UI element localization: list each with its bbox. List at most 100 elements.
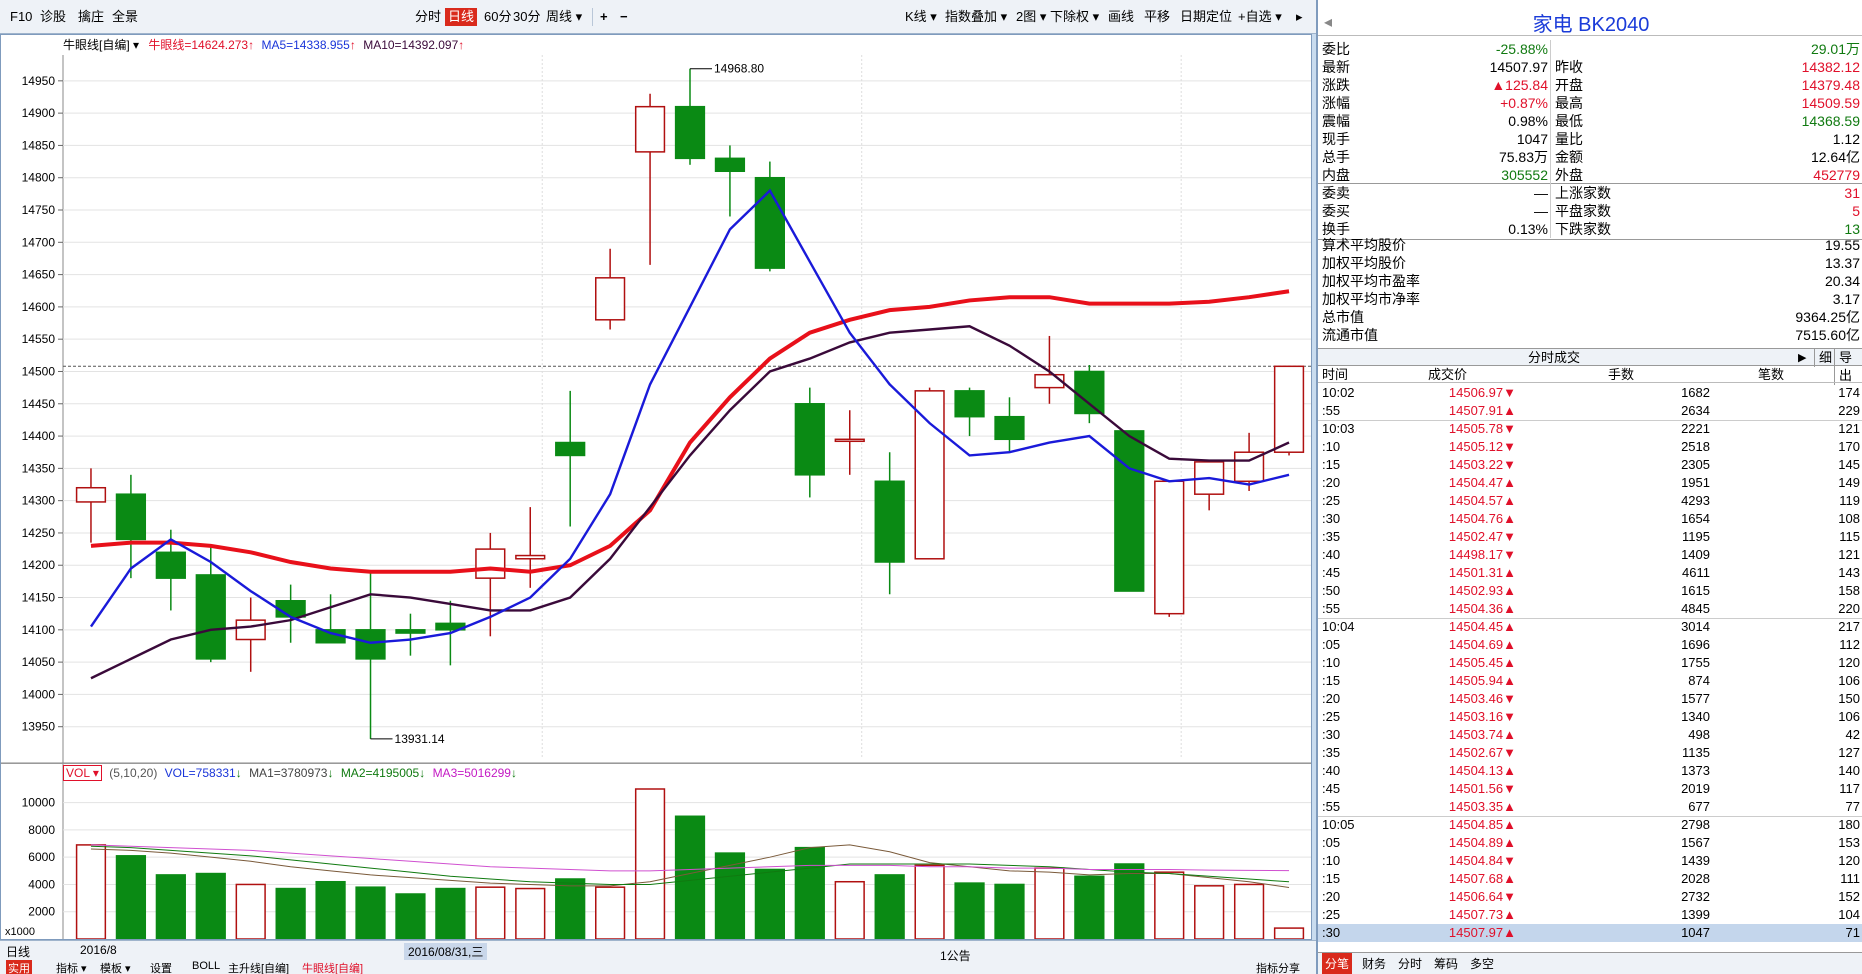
- tick-row[interactable]: :20 14506.64▼ 2732 152: [1318, 888, 1862, 906]
- price-tick-label: 14200: [22, 558, 56, 572]
- tick-row[interactable]: :25 14507.73▲ 1399 104: [1318, 906, 1862, 924]
- tick-row[interactable]: :40 14504.13▲ 1373 140: [1318, 762, 1862, 780]
- period-weekly-dropdown[interactable]: 周线 ▾: [546, 8, 582, 26]
- date-locate-button[interactable]: 日期定位: [1180, 8, 1232, 26]
- tick-row[interactable]: :10 14505.45▲ 1755 120: [1318, 654, 1862, 672]
- panel-tab-ticks[interactable]: 分笔: [1322, 953, 1353, 974]
- period-minute-tab[interactable]: 分时: [415, 8, 441, 26]
- tick-price: 14504.57▲: [1448, 493, 1516, 508]
- tick-row[interactable]: :20 14504.47▲ 1951 149: [1318, 474, 1862, 492]
- vol-ma3: MA3=5016299: [432, 766, 511, 780]
- tick-row[interactable]: :20 14503.46▼ 1577 150: [1318, 690, 1862, 708]
- period-30min-tab[interactable]: 30分: [513, 8, 540, 26]
- vol-indicator-selector[interactable]: VOL ▾: [63, 765, 102, 781]
- bottom-tab-practical[interactable]: 实用: [6, 960, 32, 974]
- tick-lots: 1951: [1681, 475, 1710, 490]
- tick-row[interactable]: 10:05 14504.85▲ 2798 180: [1318, 816, 1862, 834]
- tick-row[interactable]: :55 14504.36▲ 4845 220: [1318, 600, 1862, 618]
- zoom-in-button[interactable]: +: [600, 8, 608, 26]
- tick-row[interactable]: :35 14502.67▼ 1135 127: [1318, 744, 1862, 762]
- bottom-tab-zhusheng[interactable]: 主升线[自编]: [228, 960, 289, 974]
- add-favorite-dropdown[interactable]: +自选 ▾: [1238, 8, 1282, 26]
- tick-row[interactable]: :55 14507.91▲ 2634 229: [1318, 402, 1862, 420]
- ticks-expand-icon[interactable]: ▶: [1798, 349, 1806, 367]
- tick-price: 14503.35▲: [1448, 799, 1516, 814]
- niuyan-line: [90, 289, 1290, 574]
- tick-row[interactable]: :30 14507.97▲ 1047 71: [1318, 924, 1862, 942]
- announcement-link[interactable]: 1公告: [940, 947, 971, 964]
- quote-value: 75.83万: [1498, 149, 1548, 165]
- tick-price: 14503.22▼: [1448, 457, 1516, 472]
- quanjing-button[interactable]: 全景: [112, 8, 138, 26]
- vol-tick-label: 6000: [28, 850, 55, 864]
- ex-rights-dropdown[interactable]: 下除权 ▾: [1050, 8, 1099, 26]
- panel-tab-minute[interactable]: 分时: [1398, 953, 1422, 974]
- vol-params: (5,10,20): [109, 766, 158, 780]
- tick-time: :35: [1322, 745, 1341, 760]
- ticks-detail-button[interactable]: 细: [1814, 349, 1832, 367]
- f10-button[interactable]: F10: [10, 8, 32, 26]
- tick-row[interactable]: :15 14503.22▼ 2305 145: [1318, 456, 1862, 474]
- kline-chart[interactable]: 14950 14900 14850 14800 14750 14700 14650 14600…: [1, 35, 1311, 939]
- panel-tab-finance[interactable]: 财务: [1362, 953, 1386, 974]
- volume-bar: [475, 886, 506, 939]
- bottom-tab-indicator[interactable]: 指标 ▾: [56, 960, 87, 974]
- candle-body: [515, 554, 546, 560]
- indicator-share-link[interactable]: 指标分享: [1256, 960, 1300, 974]
- tick-row[interactable]: :45 14501.31▲ 4611 143: [1318, 564, 1862, 582]
- tick-row[interactable]: :25 14503.16▼ 1340 106: [1318, 708, 1862, 726]
- tick-row[interactable]: :25 14504.57▲ 4293 119: [1318, 492, 1862, 510]
- close-pane-icon[interactable]: ▸: [1296, 8, 1303, 26]
- bottom-tab-boll[interactable]: BOLL: [192, 960, 220, 972]
- price-tick-label: 14100: [22, 623, 56, 637]
- tick-row[interactable]: :15 14505.94▲ 874 106: [1318, 672, 1862, 690]
- period-daily-tab[interactable]: 日线: [445, 8, 478, 26]
- tick-price: 14504.85▲: [1448, 817, 1516, 832]
- tick-row[interactable]: :45 14501.56▼ 2019 117: [1318, 780, 1862, 798]
- two-chart-dropdown[interactable]: 2图 ▾: [1016, 8, 1046, 26]
- diagnose-button[interactable]: 诊股: [40, 8, 66, 26]
- quote-value: 29.01万: [1810, 41, 1860, 57]
- tick-row[interactable]: :40 14498.17▼ 1409 121: [1318, 546, 1862, 564]
- volume-bar: [1273, 927, 1305, 939]
- quote-value: +0.87%: [1500, 95, 1548, 111]
- index-overlay-dropdown[interactable]: 指数叠加 ▾: [945, 8, 1007, 26]
- tick-row[interactable]: :10 14505.12▼ 2518 170: [1318, 438, 1862, 456]
- bottom-tab-template[interactable]: 模板 ▾: [100, 960, 131, 974]
- qinzhuang-button[interactable]: 擒庄: [78, 8, 104, 26]
- tick-time: :25: [1322, 907, 1341, 922]
- kline-dropdown[interactable]: K线 ▾: [905, 8, 937, 26]
- tick-price: 14506.97▼: [1448, 385, 1516, 400]
- tick-row[interactable]: 10:02 14506.97▼ 1682 174: [1318, 384, 1862, 402]
- vol-ma2: MA2=4195005: [340, 766, 420, 780]
- candle-body: [954, 390, 985, 418]
- tick-row[interactable]: :05 14504.69▲ 1696 112: [1318, 636, 1862, 654]
- tick-row[interactable]: :30 14504.76▲ 1654 108: [1318, 510, 1862, 528]
- tick-row[interactable]: :10 14504.84▼ 1439 120: [1318, 852, 1862, 870]
- tick-row[interactable]: :30 14503.74▲ 498 42: [1318, 726, 1862, 744]
- tick-row[interactable]: :55 14503.35▲ 677 77: [1318, 798, 1862, 816]
- period-60min-tab[interactable]: 60分: [484, 8, 511, 26]
- pan-button[interactable]: 平移: [1144, 8, 1170, 26]
- bottom-tab-niuyan[interactable]: 牛眼线[自编]: [302, 960, 363, 974]
- daily-tag[interactable]: 日线: [6, 943, 30, 960]
- zoom-out-button[interactable]: −: [620, 8, 628, 26]
- quote-value: -25.88%: [1495, 41, 1548, 57]
- ticks-title: 分时成交: [1528, 350, 1581, 365]
- draw-line-button[interactable]: 画线: [1108, 8, 1134, 26]
- stats-value: 7515.60亿: [1795, 327, 1860, 343]
- tick-row[interactable]: :35 14502.47▼ 1195 115: [1318, 528, 1862, 546]
- tick-time: :55: [1322, 799, 1341, 814]
- tick-row[interactable]: :15 14507.68▲ 2028 111: [1318, 870, 1862, 888]
- tick-lots: 1567: [1681, 835, 1710, 850]
- panel-tab-longshort[interactable]: 多空: [1470, 953, 1494, 974]
- tick-row[interactable]: :05 14504.89▲ 1567 153: [1318, 834, 1862, 852]
- tick-row[interactable]: 10:03 14505.78▼ 2221 121: [1318, 420, 1862, 438]
- panel-tab-chips[interactable]: 筹码: [1434, 953, 1458, 974]
- tick-row[interactable]: 10:04 14504.45▲ 3014 217: [1318, 618, 1862, 636]
- col-time: 时间: [1322, 367, 1349, 382]
- tick-time: :35: [1322, 529, 1341, 544]
- tick-lots: 3014: [1681, 619, 1710, 634]
- bottom-tab-settings[interactable]: 设置: [150, 960, 172, 974]
- tick-row[interactable]: :50 14502.93▲ 1615 158: [1318, 582, 1862, 600]
